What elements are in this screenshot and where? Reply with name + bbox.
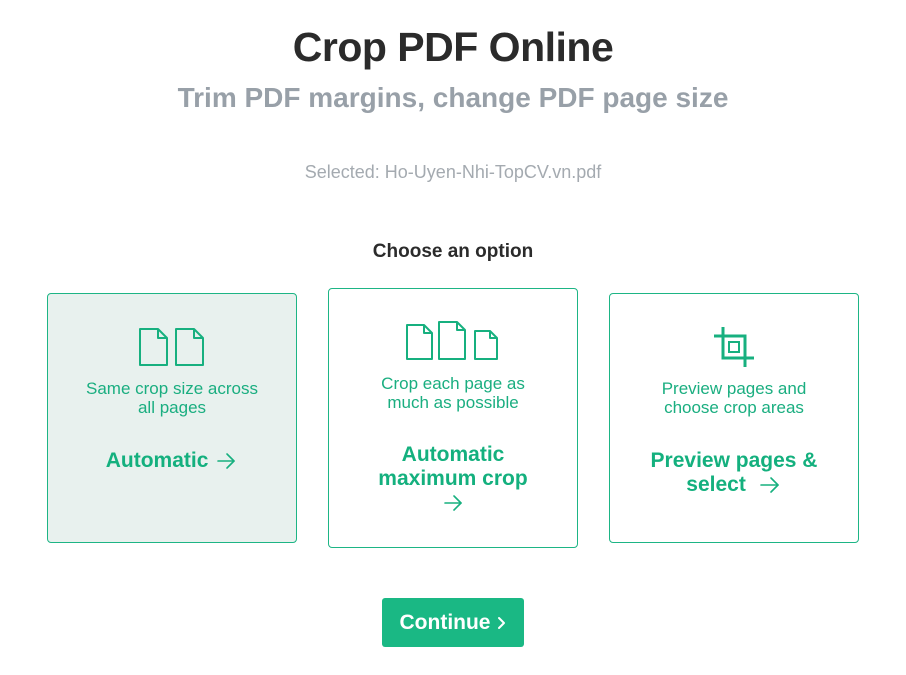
option-description-line: much as possible	[387, 393, 519, 412]
arrow-right-icon	[217, 453, 236, 470]
option-description: Preview pages and choose crop areas	[630, 379, 838, 417]
continue-button[interactable]: Continue	[382, 598, 524, 647]
option-description-line: Crop each page as	[381, 374, 525, 393]
option-card-automatic[interactable]: Same crop size across all pages Automati…	[47, 293, 297, 543]
arrow-right-icon	[444, 495, 462, 512]
three-pages-icon	[329, 320, 577, 362]
option-action-label: Preview pages &	[650, 449, 818, 472]
crop-icon	[610, 325, 858, 369]
option-description-line: Same crop size across	[86, 379, 258, 398]
option-action-label: select	[686, 473, 746, 496]
crop-pdf-page: Crop PDF Online Trim PDF margins, change…	[0, 0, 906, 675]
selected-file-label: Selected: Ho-Uyen-Nhi-TopCV.vn.pdf	[304, 162, 602, 182]
option-action-automatic-maximum-crop[interactable]: Automatic maximum crop	[343, 443, 563, 515]
option-action-label: Automatic	[401, 443, 505, 466]
option-card-preview-pages[interactable]: Preview pages and choose crop areas Prev…	[609, 293, 859, 543]
option-description-line: all pages	[137, 398, 207, 417]
option-action-automatic[interactable]: Automatic	[62, 449, 282, 473]
option-action-preview-pages[interactable]: Preview pages & select	[624, 449, 844, 497]
option-action-label: maximum crop	[378, 467, 528, 490]
arrow-right-icon	[759, 477, 779, 494]
page-subtitle: Trim PDF margins, change PDF page size	[177, 82, 729, 113]
option-card-automatic-maximum-crop[interactable]: Crop each page as much as possible Autom…	[328, 288, 578, 548]
two-pages-icon	[48, 326, 296, 368]
option-description: Same crop size across all pages	[68, 379, 276, 417]
chevron-right-icon	[498, 616, 506, 629]
page-title: Crop PDF Online	[292, 24, 614, 70]
option-action-label: Automatic	[105, 449, 209, 472]
option-description: Crop each page as much as possible	[349, 374, 557, 412]
continue-label: Continue	[399, 610, 491, 634]
option-description-line: Preview pages and	[661, 379, 807, 398]
choose-option-heading: Choose an option	[372, 241, 534, 262]
option-description-line: choose crop areas	[664, 398, 804, 417]
